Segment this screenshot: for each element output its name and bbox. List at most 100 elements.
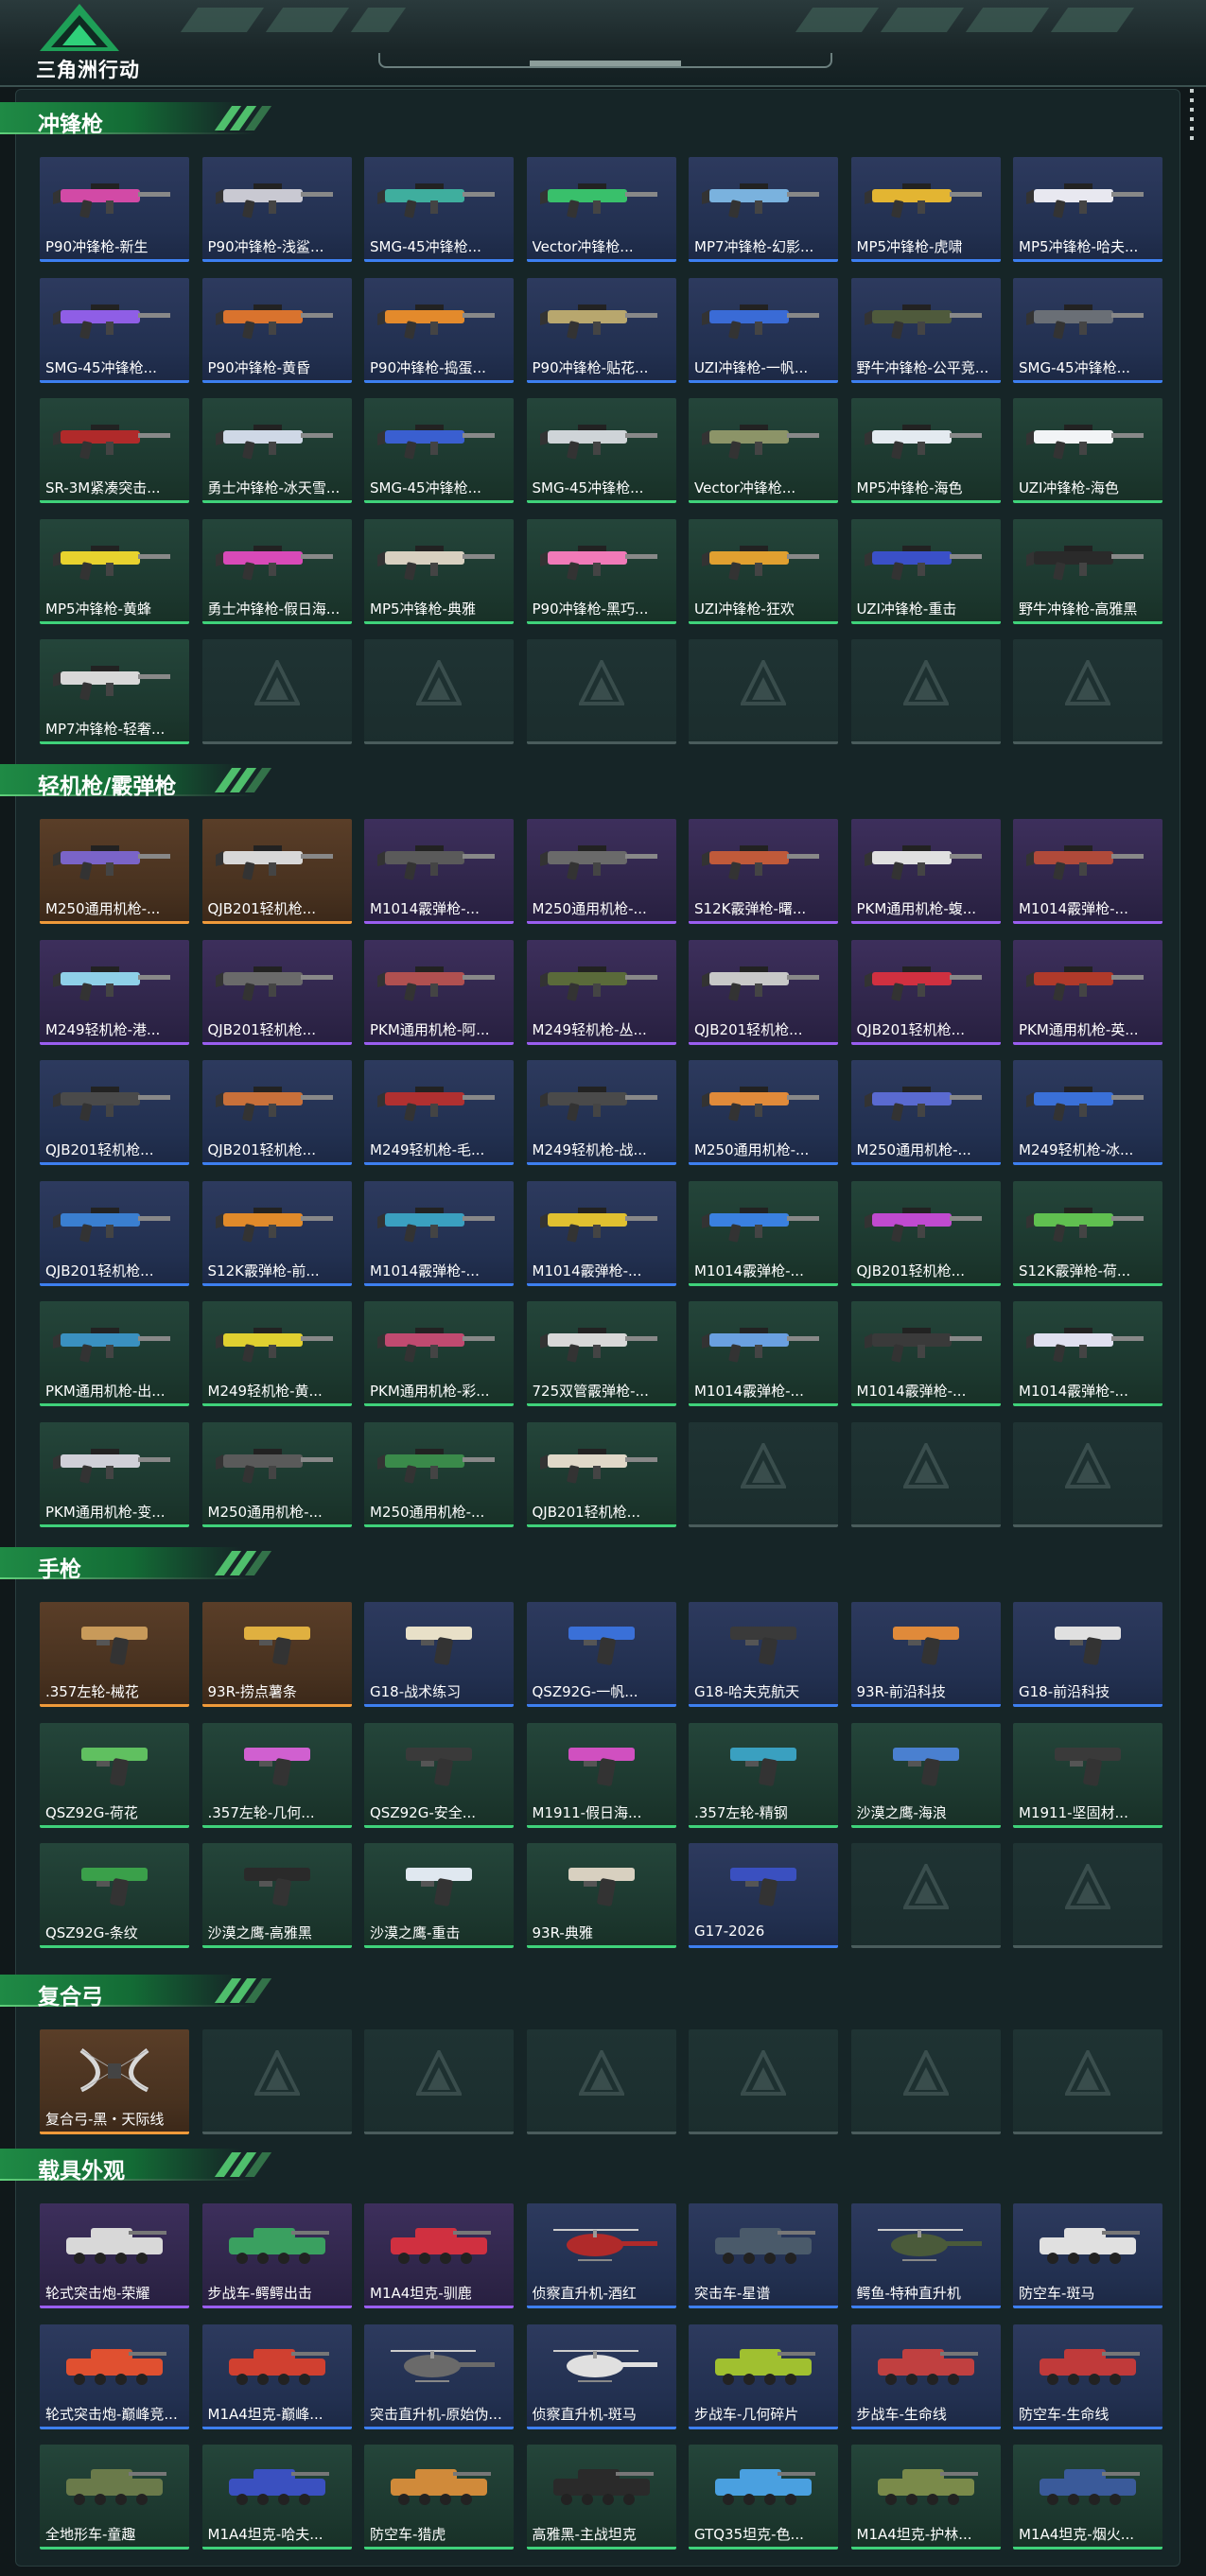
- skin-card[interactable]: P90冲锋枪-捣蛋...: [364, 277, 514, 383]
- skin-card[interactable]: M1911-坚固材...: [1013, 1722, 1162, 1828]
- skin-card[interactable]: M1A4坦克-烟火...: [1013, 2445, 1162, 2550]
- skin-card[interactable]: M1014霰弹枪-...: [364, 819, 514, 924]
- skin-card[interactable]: PKM通用机枪-英...: [1013, 939, 1162, 1045]
- skin-card[interactable]: 93R-捞点薯条: [201, 1602, 352, 1707]
- skin-card[interactable]: 93R-前沿科技: [850, 1602, 1001, 1707]
- skin-card[interactable]: G18-哈夫克航天: [689, 1602, 838, 1707]
- skin-card[interactable]: 沙漠之鹰-高雅黑: [201, 1843, 352, 1948]
- skin-card[interactable]: M249轻机枪-港...: [40, 939, 189, 1045]
- skin-card[interactable]: 侦察直升机-酒红: [526, 2203, 676, 2308]
- skin-card[interactable]: 防空车-猎虎: [364, 2445, 514, 2550]
- skin-card[interactable]: SR-3M紧凑突击...: [40, 398, 189, 503]
- skin-card[interactable]: 勇士冲锋枪-假日海...: [201, 518, 352, 624]
- scroll-dots-icon[interactable]: [1190, 89, 1196, 146]
- skin-card[interactable]: M1014霰弹枪-...: [364, 1180, 514, 1286]
- skin-card[interactable]: G18-战术练习: [364, 1602, 514, 1707]
- skin-card[interactable]: 防空车-生命线: [1013, 2324, 1162, 2429]
- skin-card[interactable]: GTQ35坦克-色...: [689, 2445, 838, 2550]
- skin-card[interactable]: M1014霰弹枪-...: [689, 1180, 838, 1286]
- skin-card[interactable]: SMG-45冲锋枪...: [364, 157, 514, 262]
- skin-card[interactable]: M250通用机枪-...: [850, 1060, 1001, 1165]
- skin-card[interactable]: M1A4坦克-巅峰...: [201, 2324, 352, 2429]
- skin-card[interactable]: M249轻机枪-毛...: [364, 1060, 514, 1165]
- skin-card[interactable]: MP7冲锋枪-幻影...: [689, 157, 838, 262]
- skin-card[interactable]: QSZ92G-条纹: [40, 1843, 189, 1948]
- skin-card[interactable]: 侦察直升机-斑马: [526, 2324, 676, 2429]
- skin-card[interactable]: 鳄鱼-特种直升机: [850, 2203, 1001, 2308]
- skin-card[interactable]: QJB201轻机枪...: [850, 1180, 1001, 1286]
- skin-card[interactable]: 野牛冲锋枪-高雅黑: [1013, 518, 1162, 624]
- skin-card[interactable]: P90冲锋枪-浅鲨...: [201, 157, 352, 262]
- skin-card[interactable]: PKM通用机枪-彩...: [364, 1301, 514, 1406]
- skin-card[interactable]: 93R-典雅: [526, 1843, 676, 1948]
- skin-card[interactable]: M249轻机枪-丛...: [526, 939, 676, 1045]
- skin-card[interactable]: 防空车-斑马: [1013, 2203, 1162, 2308]
- skin-card[interactable]: M1014霰弹枪-...: [1013, 819, 1162, 924]
- skin-card[interactable]: QJB201轻机枪...: [689, 939, 838, 1045]
- skin-card[interactable]: 725双管霰弹枪-...: [526, 1301, 676, 1406]
- skin-card[interactable]: QSZ92G-安全...: [364, 1722, 514, 1828]
- skin-card[interactable]: G17-2026: [689, 1843, 838, 1948]
- skin-card[interactable]: QJB201轻机枪...: [201, 939, 352, 1045]
- skin-card[interactable]: 全地形车-童趣: [40, 2445, 189, 2550]
- skin-card[interactable]: M250通用机枪-...: [40, 819, 189, 924]
- skin-card[interactable]: PKM通用机枪-变...: [40, 1421, 189, 1527]
- skin-card[interactable]: M1A4坦克-驯鹿: [364, 2203, 514, 2308]
- skin-card[interactable]: 突击车-星谱: [689, 2203, 838, 2308]
- skin-card[interactable]: P90冲锋枪-黑巧...: [526, 518, 676, 624]
- skin-card[interactable]: MP5冲锋枪-海色: [850, 398, 1001, 503]
- skin-card[interactable]: MP5冲锋枪-虎啸: [850, 157, 1001, 262]
- skin-card[interactable]: PKM通用机枪-蝮...: [850, 819, 1001, 924]
- skin-card[interactable]: M250通用机枪-...: [201, 1421, 352, 1527]
- skin-card[interactable]: S12K霰弹枪-荷...: [1013, 1180, 1162, 1286]
- skin-card[interactable]: G18-前沿科技: [1013, 1602, 1162, 1707]
- skin-card[interactable]: M1014霰弹枪-...: [526, 1180, 676, 1286]
- skin-card[interactable]: M1014霰弹枪-...: [689, 1301, 838, 1406]
- skin-card[interactable]: .357左轮-几何...: [201, 1722, 352, 1828]
- skin-card[interactable]: QSZ92G-荷花: [40, 1722, 189, 1828]
- skin-card[interactable]: 突击直升机-原始伪...: [364, 2324, 514, 2429]
- skin-card[interactable]: 沙漠之鹰-海浪: [850, 1722, 1001, 1828]
- skin-card[interactable]: MP7冲锋枪-轻奢...: [40, 639, 189, 744]
- skin-card[interactable]: SMG-45冲锋枪...: [1013, 277, 1162, 383]
- skin-card[interactable]: SMG-45冲锋枪...: [526, 398, 676, 503]
- skin-card[interactable]: S12K霰弹枪-前...: [201, 1180, 352, 1286]
- skin-card[interactable]: 步战车-生命线: [850, 2324, 1001, 2429]
- skin-card[interactable]: Vector冲锋枪...: [526, 157, 676, 262]
- skin-card[interactable]: MP5冲锋枪-黄蜂: [40, 518, 189, 624]
- skin-card[interactable]: 复合弓-黑・天际线: [40, 2029, 189, 2134]
- skin-card[interactable]: M250通用机枪-...: [526, 819, 676, 924]
- skin-card[interactable]: MP5冲锋枪-哈夫...: [1013, 157, 1162, 262]
- skin-card[interactable]: PKM通用机枪-阿...: [364, 939, 514, 1045]
- skin-card[interactable]: 野牛冲锋枪-公平竞...: [850, 277, 1001, 383]
- skin-card[interactable]: M1A4坦克-护林...: [850, 2445, 1001, 2550]
- skin-card[interactable]: P90冲锋枪-新生: [40, 157, 189, 262]
- skin-card[interactable]: SMG-45冲锋枪...: [40, 277, 189, 383]
- skin-card[interactable]: 勇士冲锋枪-冰天雪...: [201, 398, 352, 503]
- skin-card[interactable]: .357左轮-械花: [40, 1602, 189, 1707]
- skin-card[interactable]: QJB201轻机枪...: [850, 939, 1001, 1045]
- skin-card[interactable]: SMG-45冲锋枪...: [364, 398, 514, 503]
- skin-card[interactable]: QJB201轻机枪...: [526, 1421, 676, 1527]
- skin-card[interactable]: M250通用机枪-...: [689, 1060, 838, 1165]
- skin-card[interactable]: M1014霰弹枪-...: [850, 1301, 1001, 1406]
- skin-card[interactable]: M249轻机枪-战...: [526, 1060, 676, 1165]
- skin-card[interactable]: PKM通用机枪-出...: [40, 1301, 189, 1406]
- skin-card[interactable]: QJB201轻机枪...: [201, 1060, 352, 1165]
- skin-card[interactable]: 沙漠之鹰-重击: [364, 1843, 514, 1948]
- skin-card[interactable]: Vector冲锋枪...: [689, 398, 838, 503]
- skin-card[interactable]: QSZ92G-一帆...: [526, 1602, 676, 1707]
- skin-card[interactable]: .357左轮-精钢: [689, 1722, 838, 1828]
- skin-card[interactable]: 轮式突击炮-荣耀: [40, 2203, 189, 2308]
- skin-card[interactable]: UZI冲锋枪-重击: [850, 518, 1001, 624]
- skin-card[interactable]: 轮式突击炮-巅峰竞...: [40, 2324, 189, 2429]
- skin-card[interactable]: UZI冲锋枪-一帆...: [689, 277, 838, 383]
- skin-card[interactable]: QJB201轻机枪...: [40, 1060, 189, 1165]
- skin-card[interactable]: M1014霰弹枪-...: [1013, 1301, 1162, 1406]
- skin-card[interactable]: 高雅黑-主战坦克: [526, 2445, 676, 2550]
- skin-card[interactable]: UZI冲锋枪-海色: [1013, 398, 1162, 503]
- skin-card[interactable]: UZI冲锋枪-狂欢: [689, 518, 838, 624]
- skin-card[interactable]: 步战车-几何碎片: [689, 2324, 838, 2429]
- skin-card[interactable]: 步战车-鳄鳄出击: [201, 2203, 352, 2308]
- skin-card[interactable]: QJB201轻机枪...: [201, 819, 352, 924]
